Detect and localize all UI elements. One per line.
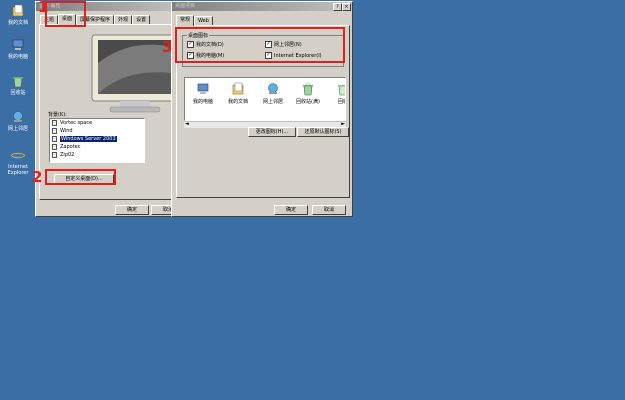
desktop-icon-recycle-bin[interactable]: 回收站 (3, 74, 33, 96)
desktop-icon-my-documents[interactable]: 我的文档 (3, 4, 33, 26)
my-documents-icon (12, 4, 24, 17)
my-computer-icon (12, 39, 24, 50)
annotation-number-2: 2 (32, 168, 43, 186)
annotation-box-3 (175, 27, 345, 63)
recycle-bin-icon (13, 77, 23, 88)
desktop-icon-network-places[interactable]: 网上邻居 (3, 110, 33, 132)
desktop-icon-label: Internet Explorer (7, 164, 29, 176)
desktop-items-tabs: 常规 Web (176, 15, 213, 26)
desktop-icon-my-computer[interactable]: 我的电脑 (3, 38, 33, 60)
help-button[interactable]: ? (333, 3, 342, 11)
internet-explorer-icon: e (11, 149, 25, 162)
recycle-bin-full-icon (303, 82, 313, 96)
preview-icon-recycle-bin-full[interactable]: 回收站(满) (293, 82, 323, 105)
desktop-icons-preview[interactable]: 我的电脑 我的文档 网上邻居 回收站(满) 回收 (184, 77, 346, 121)
preview-icon-my-computer[interactable]: 我的电脑 (188, 82, 218, 105)
svg-text:e: e (14, 149, 22, 162)
image-file-icon (52, 128, 57, 134)
tab-desktop[interactable]: 桌面 (58, 14, 77, 25)
preview-icon-network-places[interactable]: 网上邻居 (258, 82, 288, 105)
preview-icon-my-documents[interactable]: 我的文档 (223, 82, 253, 105)
desktop-items-ok-button[interactable]: 确定 (274, 205, 308, 215)
image-file-icon (52, 144, 57, 150)
background-label: 背景(K): (48, 112, 67, 118)
list-item[interactable]: Vortec space (50, 119, 144, 127)
image-file-icon (52, 152, 57, 158)
network-places-icon (268, 83, 278, 94)
desktop-icon-internet-explorer[interactable]: e Internet Explorer (3, 148, 33, 176)
scroll-left-arrow-icon[interactable]: ◄ (185, 121, 189, 127)
annotation-number-1: 1 (38, 0, 49, 16)
change-icon-button[interactable]: 更改图标(H)... (248, 127, 296, 137)
desktop-icon-label: 网上邻居 (7, 126, 28, 132)
recycle-bin-empty-icon (338, 85, 345, 96)
list-item[interactable]: Zip02 (50, 151, 144, 159)
background-listbox[interactable]: Vortec space Wind Windows Server 2003 Za… (49, 118, 145, 163)
desktop-icon-label: 我的文档 (7, 20, 28, 26)
annotation-number-3: 3 (162, 38, 173, 56)
list-item[interactable]: Wind (50, 127, 144, 135)
preview-icon-recycle-bin-empty[interactable]: 回收 (328, 82, 345, 105)
list-item-selected[interactable]: Windows Server 2003 (50, 135, 144, 143)
close-button[interactable]: × (342, 3, 351, 11)
desktop-items-titlebar[interactable]: 桌面项目 ? × (172, 2, 352, 11)
annotation-box-2 (45, 169, 116, 185)
desktop-icon-label: 我的电脑 (7, 54, 28, 60)
my-documents-icon (232, 82, 244, 95)
my-computer-icon (197, 83, 209, 94)
tab-general[interactable]: 常规 (176, 15, 195, 26)
image-file-icon (52, 136, 57, 142)
desktop-items-cancel-button[interactable]: 取消 (312, 205, 346, 215)
desktop-icon-label: 回收站 (10, 90, 26, 96)
display-ok-button[interactable]: 确定 (115, 205, 149, 215)
image-file-icon (52, 120, 57, 126)
restore-default-button[interactable]: 还原默认图标(S) (297, 127, 349, 137)
network-places-icon (13, 111, 23, 122)
list-item[interactable]: Zapotec (50, 143, 144, 151)
window-title: 桌面项目 (175, 3, 196, 9)
